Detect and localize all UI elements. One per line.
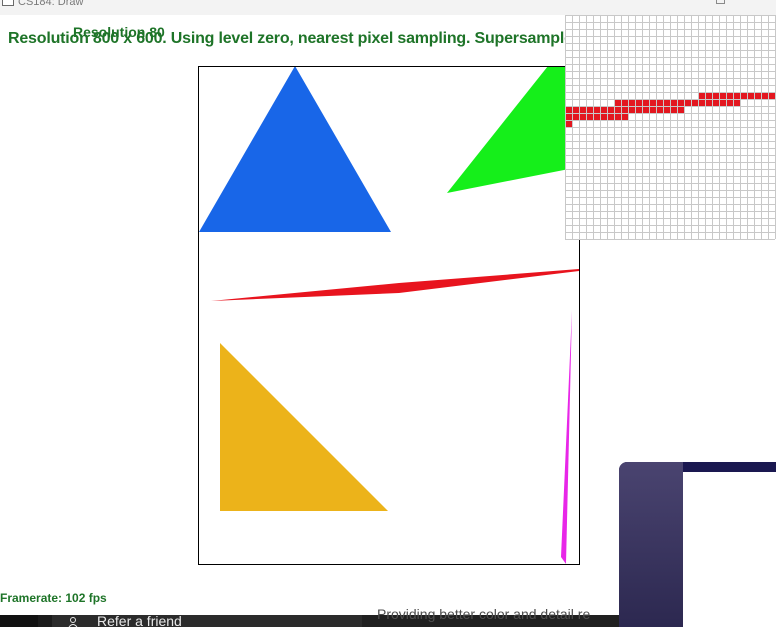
red-sliver (211, 269, 579, 301)
background-window-text: Providing better color and detail re (377, 606, 591, 622)
thumbnail-top-bar (683, 462, 776, 472)
zoom-red-pixels (565, 113, 628, 120)
magenta-sliver (561, 310, 572, 564)
framerate-text: Framerate: 102 fps (0, 591, 107, 605)
blue-triangle (199, 67, 391, 232)
window-title: CS184: Draw (18, 0, 84, 8)
yellow-triangle (220, 343, 388, 511)
drawing-canvas[interactable] (198, 66, 580, 565)
thumbnail-page (683, 472, 776, 627)
taskbar-separator (38, 615, 52, 627)
zoom-red-pixels (565, 106, 684, 113)
window-thumbnail-preview[interactable] (619, 462, 776, 627)
app-icon (2, 0, 14, 6)
window-title-bar: CS184: Draw (0, 0, 776, 15)
pixel-inspector-panel (565, 15, 776, 240)
zoom-red-pixels (698, 92, 775, 99)
taskbar-start-area (0, 615, 38, 627)
maximize-button[interactable] (716, 0, 725, 4)
person-add-icon (68, 617, 78, 627)
thumbnail-sidebar (619, 462, 683, 627)
thumbnail-status-text: Resolution 80 (73, 24, 165, 40)
green-triangle (447, 67, 569, 193)
pixel-inspector-grid (565, 15, 776, 240)
zoom-red-pixels (565, 120, 572, 127)
